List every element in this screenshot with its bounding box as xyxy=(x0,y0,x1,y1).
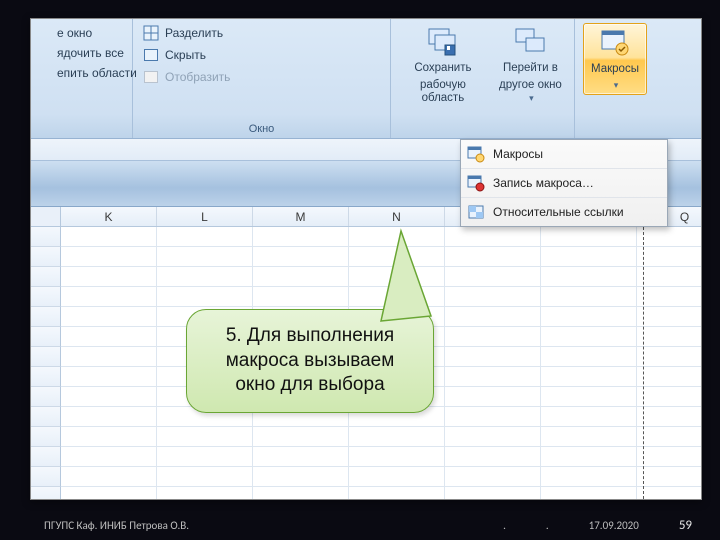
freeze-panes-button[interactable]: епить области ▾ xyxy=(31,63,126,83)
menu-item-relative-refs[interactable]: Относительные ссылки xyxy=(461,198,667,226)
ribbon: е окно ядочить все епить области ▾ xyxy=(31,19,701,139)
label: Отобразить xyxy=(165,70,230,84)
hide-button[interactable]: Скрыть xyxy=(139,45,234,65)
split-icon xyxy=(143,25,159,41)
show-button: Отобразить xyxy=(139,67,234,87)
window-icon xyxy=(35,25,51,41)
menu-item-macros[interactable]: Макросы xyxy=(461,140,667,169)
label-line1: Перейти в xyxy=(503,62,558,75)
chevron-down-icon: ▾ xyxy=(529,93,534,103)
split-button[interactable]: Разделить xyxy=(139,23,234,43)
switch-window-icon xyxy=(514,26,546,58)
macros-dropdown-menu: Макросы Запись макроса… Относительные сс… xyxy=(460,139,668,227)
col-head[interactable]: K xyxy=(61,207,157,226)
label: Скрыть xyxy=(165,48,206,62)
label: Макросы xyxy=(493,147,543,161)
label: Относительные ссылки xyxy=(493,205,624,219)
footer-left: ПГУПС Каф. ИНИБ Петрова О.В. xyxy=(44,519,189,532)
label: Макросы xyxy=(591,63,639,76)
label-line1: Сохранить xyxy=(414,62,471,75)
menu-item-record-macro[interactable]: Запись макроса… xyxy=(461,169,667,198)
group-title-window: Окно xyxy=(139,120,384,136)
app-window: е окно ядочить все епить области ▾ xyxy=(30,18,702,500)
show-icon xyxy=(143,69,159,85)
freeze-icon xyxy=(35,65,51,81)
record-macro-icon xyxy=(467,174,485,192)
label-line2: рабочую область xyxy=(403,79,483,105)
footer-dot2: . xyxy=(546,519,549,532)
hide-icon xyxy=(143,47,159,63)
label-line2: другое окно xyxy=(499,79,562,91)
callout: 5. Для выполнения макроса вызываем окно … xyxy=(186,309,434,413)
arrange-icon xyxy=(35,45,51,61)
label: епить области xyxy=(57,66,137,80)
label: Запись макроса… xyxy=(493,176,594,190)
col-head[interactable]: N xyxy=(349,207,445,226)
arrange-all-button[interactable]: ядочить все xyxy=(31,43,126,63)
label: е окно xyxy=(57,26,92,40)
col-head[interactable]: M xyxy=(253,207,349,226)
macros-list-icon xyxy=(467,145,485,163)
footer-page: 59 xyxy=(679,518,692,533)
footer-dot1: . xyxy=(503,519,506,532)
relative-refs-icon xyxy=(467,203,485,221)
label: Разделить xyxy=(165,26,223,40)
corner-cell[interactable] xyxy=(31,207,61,226)
new-window-button[interactable]: е окно xyxy=(31,23,126,43)
slide-footer: ПГУПС Каф. ИНИБ Петрова О.В. . . 17.09.2… xyxy=(0,510,720,540)
label: ядочить все xyxy=(57,46,124,60)
page-break-line xyxy=(643,227,644,499)
col-head[interactable]: L xyxy=(157,207,253,226)
macros-icon xyxy=(599,27,631,59)
footer-date: 17.09.2020 xyxy=(589,519,639,532)
callout-text: 5. Для выполнения макроса вызываем окно … xyxy=(226,325,395,395)
macros-button[interactable]: Макросы ▾ xyxy=(583,23,647,95)
save-workspace-button[interactable]: Сохранить рабочую область xyxy=(397,23,489,109)
switch-window-button[interactable]: Перейти в другое окно ▾ xyxy=(493,23,568,109)
chevron-down-icon: ▾ xyxy=(614,80,619,90)
save-workspace-icon xyxy=(427,26,459,58)
